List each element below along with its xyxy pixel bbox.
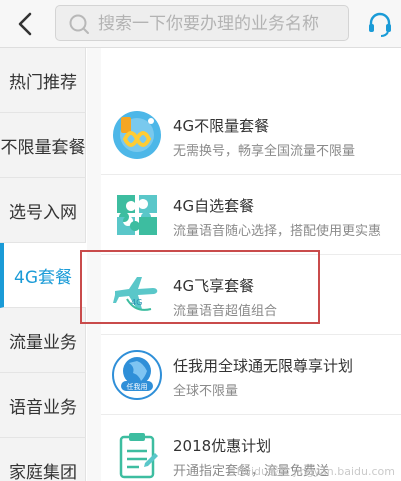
sidebar-item-number-selection[interactable]: 选号入网: [0, 178, 86, 243]
clipboard-icon: [119, 433, 158, 479]
item-title: 任我用全球通无限尊享计划: [173, 357, 354, 375]
sidebar-item-family-group[interactable]: 家庭集团: [0, 438, 86, 481]
list-item[interactable]: 任我用 任我用全球通无限尊享计划 全球不限量: [101, 335, 401, 415]
puzzle-icon: [117, 195, 157, 235]
item-subtitle: 流量语音随心选择，搭配使用更实惠: [173, 224, 382, 239]
sidebar-item-data[interactable]: 流量业务: [0, 308, 86, 373]
svg-text:4G: 4G: [131, 298, 142, 307]
sidebar-item-label: 选号入网: [9, 202, 77, 223]
airplane-icon: 4G: [113, 277, 158, 311]
infinity-phone-icon: [113, 111, 161, 159]
sidebar-item-4g-plans[interactable]: 4G套餐: [0, 243, 86, 308]
item-title: 4G自选套餐: [173, 197, 255, 215]
globe-badge-label: 任我用: [127, 382, 148, 391]
sidebar-item-label: 家庭集团: [9, 462, 77, 481]
sidebar-item-label: 不限量套餐: [0, 137, 86, 158]
list-item[interactable]: 4G自选套餐 流量语音随心选择，搭配使用更实惠: [101, 175, 401, 255]
list-gutter: [87, 48, 101, 481]
search-input[interactable]: 搜索一下你要办理的业务名称: [55, 5, 349, 41]
item-subtitle: 流量语音超值组合: [173, 304, 278, 319]
sidebar-item-unlimited[interactable]: 不限量套餐: [0, 113, 86, 178]
list-item[interactable]: 4G不限量套餐 无需换号，畅享全国流量不限量: [101, 95, 401, 175]
sidebar-item-label: 语音业务: [9, 397, 77, 418]
customer-service-headset-icon[interactable]: [366, 10, 394, 38]
top-bar: 搜索一下你要办理的业务名称: [0, 0, 401, 48]
plan-list: 4G不限量套餐 无需换号，畅享全国流量不限量 4G自选套餐 流量语音随心选择，搭…: [87, 48, 401, 481]
sidebar-item-label: 热门推荐: [9, 72, 77, 93]
category-sidebar: 热门推荐 不限量套餐 选号入网 4G套餐 流量业务 语音业务 家庭集团: [0, 48, 86, 481]
watermark: Baidu经验 jingyan.baidu.com: [236, 465, 395, 478]
item-subtitle: 全球不限量: [173, 384, 239, 399]
sidebar-item-label: 4G套餐: [14, 267, 72, 288]
list-item[interactable]: 4G 4G飞享套餐 流量语音超值组合: [101, 255, 401, 335]
sidebar-item-voice[interactable]: 语音业务: [0, 373, 86, 438]
item-subtitle: 无需换号，畅享全国流量不限量: [173, 144, 356, 159]
back-arrow-icon[interactable]: [10, 8, 42, 40]
globe-badge-icon: 任我用: [112, 350, 162, 400]
item-title: 4G不限量套餐: [173, 117, 270, 135]
search-placeholder: 搜索一下你要办理的业务名称: [98, 14, 319, 34]
item-title: 4G飞享套餐: [173, 277, 255, 295]
item-title: 2018优惠计划: [173, 437, 272, 455]
sidebar-item-hot[interactable]: 热门推荐: [0, 48, 86, 113]
search-icon: [69, 14, 89, 34]
sidebar-item-label: 流量业务: [9, 332, 77, 353]
